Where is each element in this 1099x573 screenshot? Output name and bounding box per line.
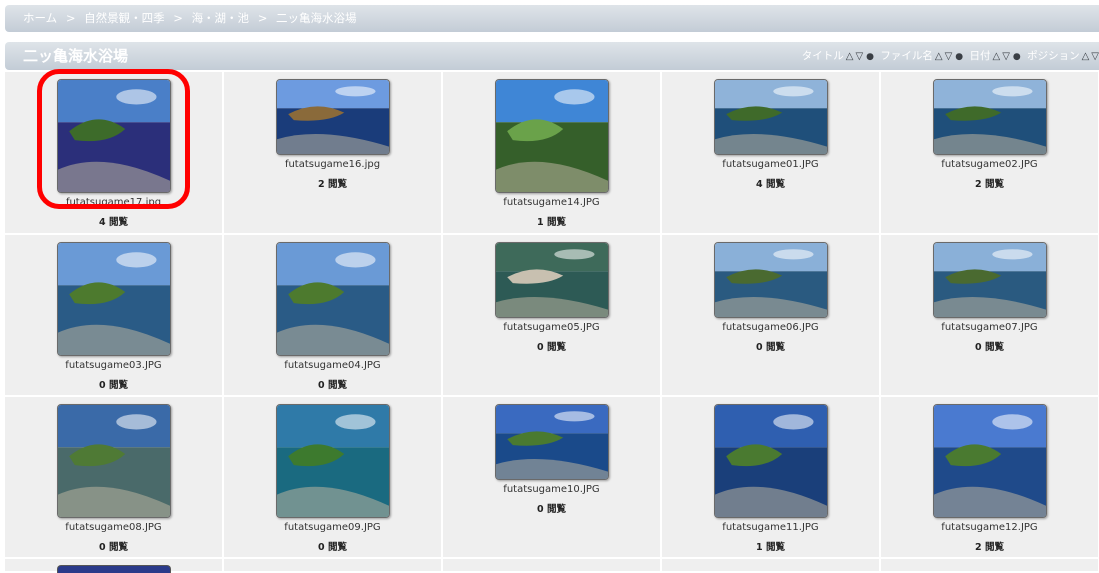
thumbnail-filename[interactable]: futatsugame11.JPG <box>662 522 879 533</box>
photo-thumbnail[interactable] <box>495 242 609 318</box>
thumbnail-view-count: 0 閲覧 <box>99 542 128 553</box>
thumbnail-cell: futatsugame10.JPG 0 閲覧 <box>443 397 660 557</box>
breadcrumb-current-album[interactable]: 二ッ亀海水浴場 <box>276 11 357 25</box>
bullet-separator: ● <box>955 52 964 62</box>
thumbnail-view-count: 4 閲覧 <box>756 179 785 190</box>
sort-date-asc-button[interactable]: △ <box>992 51 1000 62</box>
breadcrumb-separator: > <box>65 11 76 25</box>
thumbnail-view-count: 2 閲覧 <box>318 179 347 190</box>
sort-by-filename-label: ファイル名 <box>880 50 933 62</box>
photo-thumbnail[interactable] <box>57 404 171 518</box>
thumbnail-view-count: 1 閲覧 <box>537 217 566 228</box>
thumbnail-cell <box>224 559 441 571</box>
thumbnail-filename[interactable]: futatsugame03.JPG <box>5 360 222 371</box>
thumbnail-filename[interactable]: futatsugame08.JPG <box>5 522 222 533</box>
photo-thumbnail[interactable] <box>57 79 171 193</box>
thumbnail-filename[interactable]: futatsugame10.JPG <box>443 484 660 495</box>
bullet-separator: ● <box>866 52 875 62</box>
bullet-separator: ● <box>1012 52 1021 62</box>
thumbnail-view-count: 4 閲覧 <box>99 217 128 228</box>
thumbnail-filename[interactable]: futatsugame09.JPG <box>224 522 441 533</box>
sort-by-date-label: 日付 <box>969 50 991 62</box>
thumbnail-cell: futatsugame07.JPG 0 閲覧 <box>881 235 1098 395</box>
thumbnail-view-count: 0 閲覧 <box>756 342 785 353</box>
photo-thumbnail[interactable] <box>933 404 1047 518</box>
breadcrumb-sea-link[interactable]: 海・湖・池 <box>192 11 250 25</box>
photo-thumbnail[interactable] <box>933 79 1047 155</box>
thumbnail-cell <box>881 559 1098 571</box>
thumbnail-filename[interactable]: futatsugame04.JPG <box>224 360 441 371</box>
thumbnail-cell: futatsugame14.JPG 1 閲覧 <box>443 72 660 233</box>
thumbnail-cell: futatsugame12.JPG 2 閲覧 <box>881 397 1098 557</box>
thumbnail-view-count: 2 閲覧 <box>975 542 1004 553</box>
sort-date-desc-button[interactable]: ▽ <box>1002 51 1010 62</box>
thumbnail-view-count: 0 閲覧 <box>99 380 128 391</box>
photo-thumbnail[interactable] <box>714 404 828 518</box>
sort-position-asc-button[interactable]: △ <box>1082 51 1090 62</box>
thumbnail-filename[interactable]: futatsugame14.JPG <box>443 197 660 208</box>
album-header: 二ッ亀海水浴場 タイトル △ ▽ ● ファイル名 △ ▽ ● 日付 △ ▽ ● ポジション △ ▽ <box>5 42 1099 70</box>
thumbnail-view-count: 1 閲覧 <box>756 542 785 553</box>
thumbnail-cell: futatsugame09.JPG 0 閲覧 <box>224 397 441 557</box>
thumbnail-cell: futatsugame01.JPG 4 閲覧 <box>662 72 879 233</box>
thumbnail-view-count: 2 閲覧 <box>975 179 1004 190</box>
photo-thumbnail[interactable] <box>714 79 828 155</box>
photo-thumbnail[interactable] <box>57 565 171 573</box>
thumbnail-cell: futatsugame08.JPG 0 閲覧 <box>5 397 222 557</box>
thumbnail-view-count: 0 閲覧 <box>537 504 566 515</box>
thumbnail-cell: futatsugame03.JPG 0 閲覧 <box>5 235 222 395</box>
thumbnail-filename[interactable]: futatsugame02.JPG <box>881 159 1098 170</box>
thumbnail-cell: futatsugame16.jpg 2 閲覧 <box>224 72 441 233</box>
thumbnail-cell: futatsugame17.jpg 4 閲覧 <box>5 72 222 233</box>
thumbnail-cell: futatsugame11.JPG 1 閲覧 <box>662 397 879 557</box>
photo-thumbnail[interactable] <box>276 79 390 155</box>
breadcrumb-separator: > <box>257 11 268 25</box>
thumbnail-filename[interactable]: futatsugame17.jpg <box>5 197 222 208</box>
thumbnail-cell <box>443 559 660 571</box>
sort-by-position-label: ポジション <box>1027 50 1080 62</box>
sort-position-desc-button[interactable]: ▽ <box>1091 51 1099 62</box>
thumbnail-view-count: 0 閲覧 <box>537 342 566 353</box>
thumbnail-view-count: 0 閲覧 <box>318 542 347 553</box>
thumbnail-grid: futatsugame17.jpg 4 閲覧 futatsugame16.jpg 2… <box>5 72 1099 573</box>
thumbnail-cell <box>662 559 879 571</box>
thumbnail-cell: futatsugame05.JPG 0 閲覧 <box>443 235 660 395</box>
breadcrumb-home-link[interactable]: ホーム <box>23 11 57 25</box>
thumbnail-filename[interactable]: futatsugame16.jpg <box>224 159 441 170</box>
sort-by-title-label: タイトル <box>801 50 844 62</box>
photo-thumbnail[interactable] <box>57 242 171 356</box>
thumbnail-filename[interactable]: futatsugame06.JPG <box>662 322 879 333</box>
breadcrumb: ホーム > 自然景観・四季 > 海・湖・池 > 二ッ亀海水浴場 <box>5 5 1099 32</box>
sort-title-asc-button[interactable]: △ <box>846 51 854 62</box>
photo-thumbnail[interactable] <box>933 242 1047 318</box>
thumbnail-cell: futatsugame04.JPG 0 閲覧 <box>224 235 441 395</box>
thumbnail-filename[interactable]: futatsugame12.JPG <box>881 522 1098 533</box>
breadcrumb-nature-link[interactable]: 自然景観・四季 <box>84 11 165 25</box>
thumbnail-filename[interactable]: futatsugame07.JPG <box>881 322 1098 333</box>
thumbnail-cell: futatsugame06.JPG 0 閲覧 <box>662 235 879 395</box>
thumbnail-cell: futatsugame02.JPG 2 閲覧 <box>881 72 1098 233</box>
sort-filename-desc-button[interactable]: ▽ <box>945 51 953 62</box>
photo-thumbnail[interactable] <box>276 242 390 356</box>
sort-filename-asc-button[interactable]: △ <box>935 51 943 62</box>
thumbnail-filename[interactable]: futatsugame01.JPG <box>662 159 879 170</box>
thumbnail-view-count: 0 閲覧 <box>975 342 1004 353</box>
photo-thumbnail[interactable] <box>495 79 609 193</box>
sort-title-desc-button[interactable]: ▽ <box>855 51 863 62</box>
thumbnail-filename[interactable]: futatsugame05.JPG <box>443 322 660 333</box>
album-title: 二ッ亀海水浴場 <box>23 47 129 65</box>
breadcrumb-separator: > <box>173 11 183 25</box>
photo-thumbnail[interactable] <box>495 404 609 480</box>
photo-thumbnail[interactable] <box>276 404 390 518</box>
photo-thumbnail[interactable] <box>714 242 828 318</box>
sort-bar: タイトル △ ▽ ● ファイル名 △ ▽ ● 日付 △ ▽ ● ポジション △ ▽ <box>799 42 1099 71</box>
thumbnail-view-count: 0 閲覧 <box>318 380 347 391</box>
